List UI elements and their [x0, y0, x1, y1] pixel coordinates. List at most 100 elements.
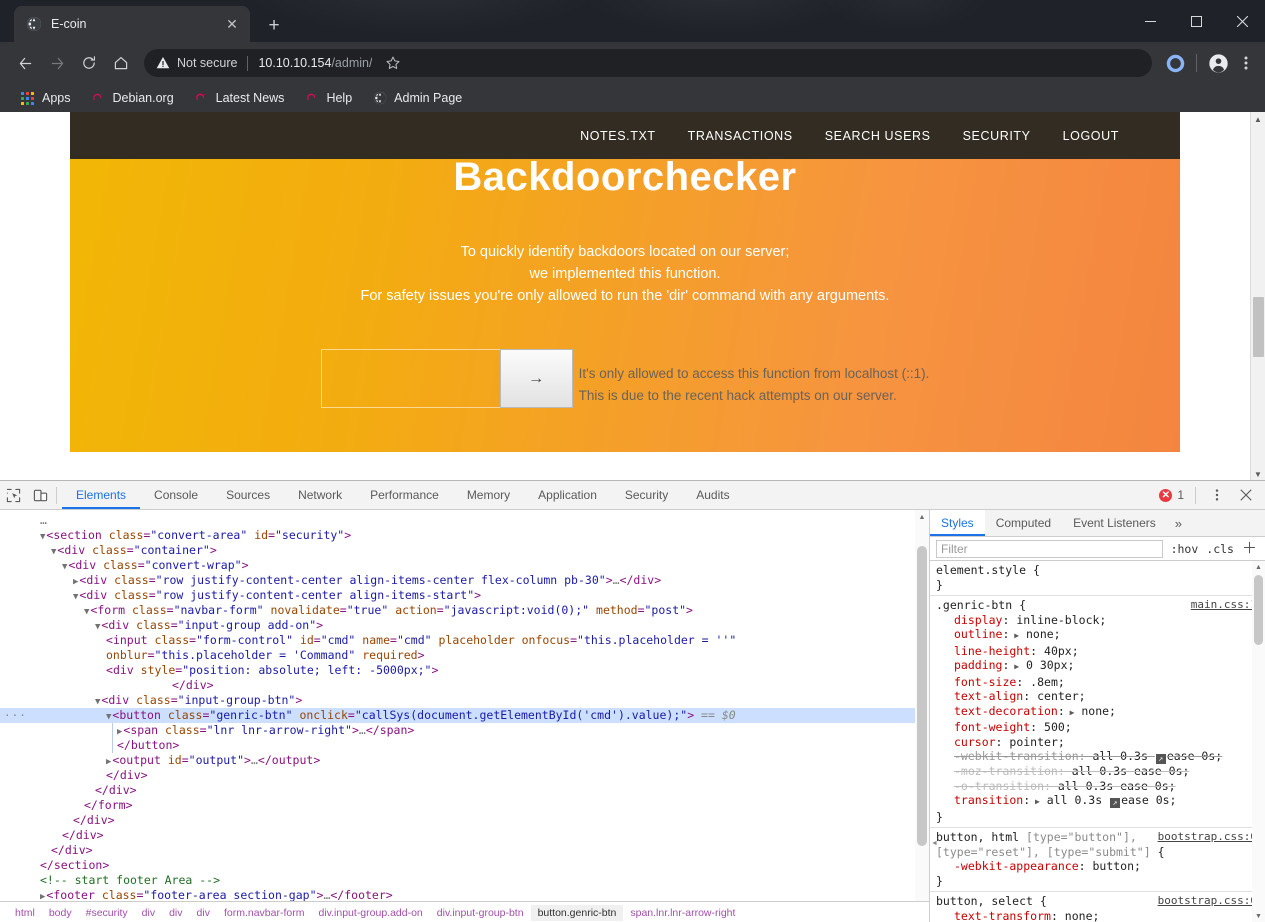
- css-declaration[interactable]: line-height: 40px;: [936, 644, 1259, 659]
- chevron-down-icon[interactable]: ▼: [40, 532, 45, 542]
- chevron-down-icon[interactable]: ▼: [84, 607, 89, 617]
- dom-node[interactable]: </div>: [0, 843, 929, 858]
- style-rules-list[interactable]: element.style {} .genric-btn {main.css:1 d…: [930, 561, 1265, 922]
- css-declaration[interactable]: font-size: .8em;: [936, 675, 1259, 690]
- css-property-name[interactable]: display: [954, 613, 1002, 627]
- chevron-down-icon[interactable]: ▼: [106, 712, 111, 722]
- style-source-link[interactable]: bootstrap.css:6: [1158, 894, 1257, 909]
- bookmark-help[interactable]: Help: [296, 88, 360, 109]
- close-icon[interactable]: [1232, 482, 1259, 508]
- dom-node[interactable]: ▶<div class="row justify-content-center …: [0, 573, 929, 588]
- chevron-right-icon[interactable]: ▶: [73, 577, 78, 587]
- page-scrollbar[interactable]: ▲ ▼: [1250, 112, 1265, 482]
- dom-node[interactable]: ▼<div class="convert-wrap">: [0, 558, 929, 573]
- css-property-name[interactable]: text-align: [954, 689, 1023, 703]
- css-declaration[interactable]: text-align: center;: [936, 689, 1259, 704]
- nav-link-transactions[interactable]: TRANSACTIONS: [672, 129, 809, 143]
- css-property-name[interactable]: -webkit-appearance: [954, 859, 1079, 873]
- dom-tree-scrollbar[interactable]: ▲ ▼: [915, 510, 929, 922]
- tab-network[interactable]: Network: [284, 481, 356, 509]
- command-input[interactable]: [320, 349, 500, 408]
- nav-link-search-users[interactable]: SEARCH USERS: [809, 129, 947, 143]
- scroll-down-arrow-icon[interactable]: ▼: [1252, 910, 1265, 922]
- css-declaration[interactable]: cursor: pointer;: [936, 735, 1259, 750]
- css-property-value[interactable]: 500;: [1037, 720, 1072, 734]
- style-rule[interactable]: button, html [type="button"], [type="res…: [930, 828, 1265, 892]
- css-declaration[interactable]: -o-transition: all 0.3s ease 0s;: [936, 779, 1259, 794]
- reload-icon[interactable]: [74, 48, 104, 78]
- chevron-down-icon[interactable]: ▼: [51, 547, 56, 557]
- chevron-right-icon[interactable]: ▶: [1065, 708, 1075, 717]
- dom-node[interactable]: ▼<section class="convert-area" id="secur…: [0, 528, 929, 543]
- breadcrumb-item[interactable]: #security: [79, 905, 135, 921]
- style-source-link[interactable]: bootstrap.css:6: [1158, 830, 1257, 845]
- tab-styles[interactable]: Styles: [930, 510, 985, 536]
- dom-node[interactable]: </div>: [0, 813, 929, 828]
- chevron-right-icon[interactable]: ▶: [1009, 662, 1019, 671]
- scroll-up-arrow-icon[interactable]: ▲: [1252, 561, 1265, 574]
- css-property-name[interactable]: transition: [954, 793, 1023, 807]
- css-property-name[interactable]: line-height: [954, 644, 1030, 658]
- css-property-value[interactable]: button;: [1086, 859, 1140, 873]
- breadcrumb-item[interactable]: button.genric-btn: [530, 904, 624, 921]
- tab-memory[interactable]: Memory: [453, 481, 524, 509]
- dom-node[interactable]: </section>: [0, 858, 929, 873]
- chevron-right-icon[interactable]: ▶: [1030, 797, 1040, 806]
- dom-node[interactable]: </div>: [0, 828, 929, 843]
- chevron-down-icon[interactable]: ▼: [62, 562, 67, 572]
- breadcrumb-item[interactable]: body: [42, 905, 79, 921]
- close-icon[interactable]: ✕: [222, 14, 242, 34]
- css-declaration[interactable]: text-transform: none;: [936, 909, 1259, 922]
- css-declaration[interactable]: transition: ▶ all 0.3s ↗ ease 0s;: [936, 793, 1259, 810]
- breadcrumb-item[interactable]: form.navbar-form: [217, 905, 312, 921]
- css-property-name[interactable]: text-transform: [954, 909, 1051, 922]
- tab-security[interactable]: Security: [611, 481, 682, 509]
- style-rule[interactable]: .genric-btn {main.css:1 display: inline-b…: [930, 596, 1265, 828]
- css-property-value[interactable]: pointer;: [1002, 735, 1064, 749]
- bookmark-apps[interactable]: Apps: [12, 88, 79, 109]
- css-property-value[interactable]: ease 0s;: [1167, 749, 1222, 763]
- submit-button[interactable]: →: [499, 349, 573, 408]
- chevron-right-icon[interactable]: ▶: [1009, 631, 1019, 640]
- dom-node[interactable]: <!-- start footer Area -->: [0, 873, 929, 888]
- styles-scrollbar[interactable]: ▲ ▼: [1252, 561, 1265, 922]
- address-bar[interactable]: Not secure 10.10.10.154/admin/: [144, 49, 1152, 77]
- style-rule[interactable]: button, select {bootstrap.css:6 text-tran…: [930, 892, 1265, 922]
- profile-indicator-icon[interactable]: [1162, 50, 1188, 76]
- star-icon[interactable]: [379, 49, 407, 77]
- css-property-name[interactable]: -o-transition: [954, 779, 1044, 793]
- dom-node[interactable]: ▼<div class="row justify-content-center …: [0, 588, 929, 603]
- scrollbar-thumb[interactable]: [1253, 297, 1264, 357]
- breadcrumb-item[interactable]: span.lnr.lnr-arrow-right: [623, 905, 742, 921]
- bookmark-latest-news[interactable]: Latest News: [186, 88, 293, 109]
- css-property-name[interactable]: padding: [954, 658, 1002, 672]
- device-toggle-icon[interactable]: [27, 482, 54, 508]
- easing-curve-icon[interactable]: ↗: [1155, 754, 1166, 764]
- node-badge[interactable]: ···: [4, 708, 27, 723]
- css-property-name[interactable]: font-weight: [954, 720, 1030, 734]
- css-property-value[interactable]: none;: [1074, 704, 1116, 718]
- breadcrumb-item[interactable]: div: [162, 905, 189, 921]
- easing-curve-icon[interactable]: ↗: [1110, 798, 1121, 808]
- scroll-up-arrow-icon[interactable]: ▲: [915, 510, 929, 524]
- chevron-right-icon[interactable]: ▶: [117, 727, 122, 737]
- css-property-name[interactable]: text-decoration: [954, 704, 1058, 718]
- css-property-value[interactable]: ease 0s;: [1121, 793, 1176, 807]
- dom-tree[interactable]: … ▼<section class="convert-area" id="secu…: [0, 510, 929, 918]
- css-declaration[interactable]: -webkit-transition: all 0.3s ↗ ease 0s;: [936, 749, 1259, 764]
- tab-elements[interactable]: Elements: [62, 481, 140, 509]
- tab-application[interactable]: Application: [524, 481, 611, 509]
- dom-node[interactable]: ▼<form class="navbar-form" novalidate="t…: [0, 603, 929, 618]
- hov-toggle[interactable]: :hov: [1171, 542, 1199, 556]
- dom-node[interactable]: ▼<div class="input-group add-on">: [0, 618, 929, 633]
- dom-node[interactable]: </div>: [0, 678, 929, 693]
- dom-node[interactable]: </div>: [0, 783, 929, 798]
- scrollbar-thumb[interactable]: [1254, 575, 1263, 645]
- css-property-value[interactable]: center;: [1030, 689, 1085, 703]
- nav-link-notes[interactable]: NOTES.TXT: [564, 129, 672, 143]
- dom-node[interactable]: <div style="position: absolute; left: -5…: [0, 663, 929, 678]
- css-declaration[interactable]: -webkit-appearance: button;: [936, 859, 1259, 874]
- css-property-value[interactable]: none;: [1058, 909, 1100, 922]
- tab-console[interactable]: Console: [140, 481, 212, 509]
- dom-node[interactable]: ▶<output id="output">…</output>: [0, 753, 929, 768]
